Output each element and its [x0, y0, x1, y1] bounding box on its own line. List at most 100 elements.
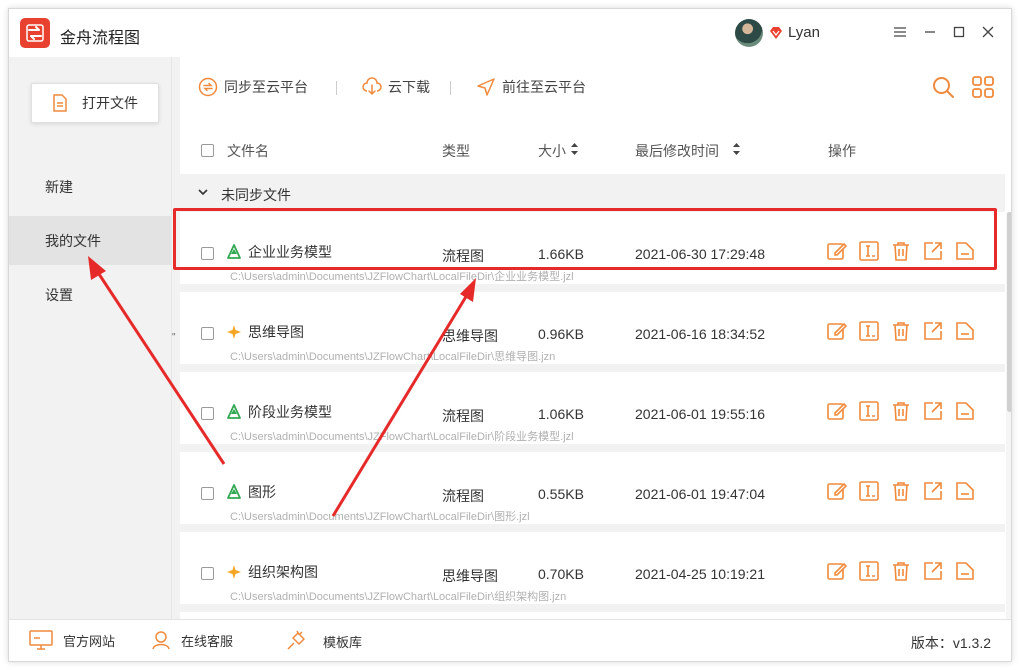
row-checkbox[interactable] — [201, 327, 214, 340]
file-mtime: 2021-06-01 19:55:16 — [635, 406, 765, 422]
rename-icon[interactable] — [858, 560, 880, 582]
delete-icon[interactable] — [890, 480, 912, 502]
file-icon — [53, 94, 67, 112]
row-checkbox[interactable] — [201, 487, 214, 500]
delete-icon[interactable] — [890, 240, 912, 262]
file-mtime: 2021-06-16 18:34:52 — [635, 326, 765, 342]
row-checkbox[interactable] — [201, 247, 214, 260]
file-name[interactable]: 企业业务模型 — [248, 242, 332, 262]
splitter-grip-icon[interactable]: " — [172, 332, 176, 343]
minimize-icon[interactable] — [921, 23, 939, 41]
grid-view-icon[interactable] — [971, 75, 995, 99]
select-all-checkbox[interactable] — [201, 144, 214, 157]
edit-icon[interactable] — [826, 320, 848, 342]
file-name[interactable]: 阶段业务模型 — [248, 402, 332, 422]
table-row[interactable]: 企业业务模型 C:\Users\admin\Documents\JZFlowCha… — [180, 212, 1005, 292]
avatar[interactable] — [735, 19, 763, 47]
sync-to-cloud-button[interactable]: 同步至云平台 — [198, 77, 308, 97]
sync-label: 同步至云平台 — [224, 79, 308, 95]
table-row[interactable]: 思维导图 C:\Users\admin\Documents\JZFlowChart… — [180, 292, 1005, 372]
rename-icon[interactable] — [858, 320, 880, 342]
sort-icon[interactable] — [570, 142, 579, 156]
title-bar: 金舟流程图 Lyan — [9, 9, 1011, 57]
file-size: 0.55KB — [538, 486, 584, 502]
version-text: 版本：v1.3.2 — [910, 635, 991, 651]
row-checkbox[interactable] — [201, 407, 214, 420]
table-row[interactable]: 图形 C:\Users\admin\Documents\JZFlowChart\L… — [180, 452, 1005, 532]
template-library-link[interactable]: 模板库 — [285, 630, 362, 652]
open-external-icon[interactable] — [922, 320, 944, 342]
chevron-down-icon[interactable] — [197, 185, 209, 199]
cloud-upload-icon[interactable] — [954, 240, 976, 262]
table-row[interactable]: 阶段业务模型 C:\Users\admin\Documents\JZFlowCha… — [180, 372, 1005, 452]
cloud-upload-icon[interactable] — [954, 400, 976, 422]
sidebar-item-label: 设置 — [45, 286, 73, 303]
edit-icon[interactable] — [826, 560, 848, 582]
delete-icon[interactable] — [890, 400, 912, 422]
file-size: 1.06KB — [538, 406, 584, 422]
goto-cloud-button[interactable]: 前往至云平台 — [476, 77, 586, 97]
file-name[interactable]: 组织架构图 — [248, 562, 318, 582]
file-path: C:\Users\admin\Documents\JZFlowChart\Loc… — [230, 351, 556, 363]
toolbar: 同步至云平台 云下载 前往至云平台 — [180, 57, 1011, 117]
delete-icon[interactable] — [890, 320, 912, 342]
support-agent-icon — [152, 631, 170, 650]
sidebar-item-my-files[interactable]: 我的文件 — [9, 216, 171, 265]
group-header[interactable]: 未同步文件 — [180, 174, 1005, 212]
column-size[interactable]: 大小 — [538, 141, 566, 161]
menu-icon[interactable] — [891, 23, 909, 41]
close-icon[interactable] — [979, 23, 997, 41]
edit-icon[interactable] — [826, 480, 848, 502]
online-support-link[interactable]: 在线客服 — [151, 630, 233, 650]
open-file-button[interactable]: 打开文件 — [31, 83, 159, 123]
file-mtime: 2021-06-30 17:29:48 — [635, 246, 765, 262]
file-size: 1.66KB — [538, 246, 584, 262]
file-type: 思维导图 — [442, 328, 498, 344]
cloud-upload-icon[interactable] — [954, 320, 976, 342]
file-type: 流程图 — [442, 488, 484, 504]
open-external-icon[interactable] — [922, 240, 944, 262]
edit-icon[interactable] — [826, 240, 848, 262]
rename-icon[interactable] — [858, 400, 880, 422]
sidebar-item-settings[interactable]: 设置 — [9, 270, 171, 319]
scrollbar-thumb[interactable] — [1007, 212, 1011, 412]
scrollbar[interactable] — [1006, 212, 1011, 619]
sort-icon[interactable] — [732, 142, 741, 156]
open-file-label: 打开文件 — [82, 95, 138, 111]
cloud-upload-icon[interactable] — [954, 480, 976, 502]
flowchart-icon — [226, 404, 242, 420]
file-type: 思维导图 — [442, 568, 498, 584]
toolbar-divider — [450, 81, 451, 95]
file-name[interactable]: 思维导图 — [248, 322, 304, 342]
cloud-upload-icon[interactable] — [954, 560, 976, 582]
column-mtime[interactable]: 最后修改时间 — [635, 141, 719, 161]
rename-icon[interactable] — [858, 480, 880, 502]
vip-diamond-icon — [770, 27, 782, 39]
column-type: 类型 — [442, 143, 470, 159]
file-size: 0.70KB — [538, 566, 584, 582]
search-icon[interactable] — [931, 75, 955, 99]
cloud-download-button[interactable]: 云下载 — [362, 77, 430, 97]
file-name[interactable]: 图形 — [248, 482, 276, 502]
maximize-icon[interactable] — [950, 23, 968, 41]
mindmap-icon — [226, 324, 242, 340]
sync-icon — [198, 77, 218, 97]
table-row[interactable]: 组织架构图 C:\Users\admin\Documents\JZFlowChar… — [180, 532, 1005, 612]
toolbar-divider — [336, 81, 337, 95]
edit-icon[interactable] — [826, 400, 848, 422]
mindmap-icon — [226, 564, 242, 580]
open-external-icon[interactable] — [922, 400, 944, 422]
goto-label: 前往至云平台 — [502, 79, 586, 95]
sidebar-item-new[interactable]: 新建 — [9, 162, 171, 211]
footer: 官方网站 在线客服 模板库 版本：v1.3.2 — [9, 619, 1011, 661]
group-label: 未同步文件 — [221, 187, 291, 203]
rename-icon[interactable] — [858, 240, 880, 262]
delete-icon[interactable] — [890, 560, 912, 582]
official-website-link[interactable]: 官方网站 — [29, 630, 115, 650]
main-panel: 同步至云平台 云下载 前往至云平台 文件名 类型 大小 最后修改时间 操作 未同… — [180, 57, 1011, 619]
open-external-icon[interactable] — [922, 480, 944, 502]
row-checkbox[interactable] — [201, 567, 214, 580]
file-size: 0.96KB — [538, 326, 584, 342]
user-name[interactable]: Lyan — [788, 24, 820, 41]
open-external-icon[interactable] — [922, 560, 944, 582]
